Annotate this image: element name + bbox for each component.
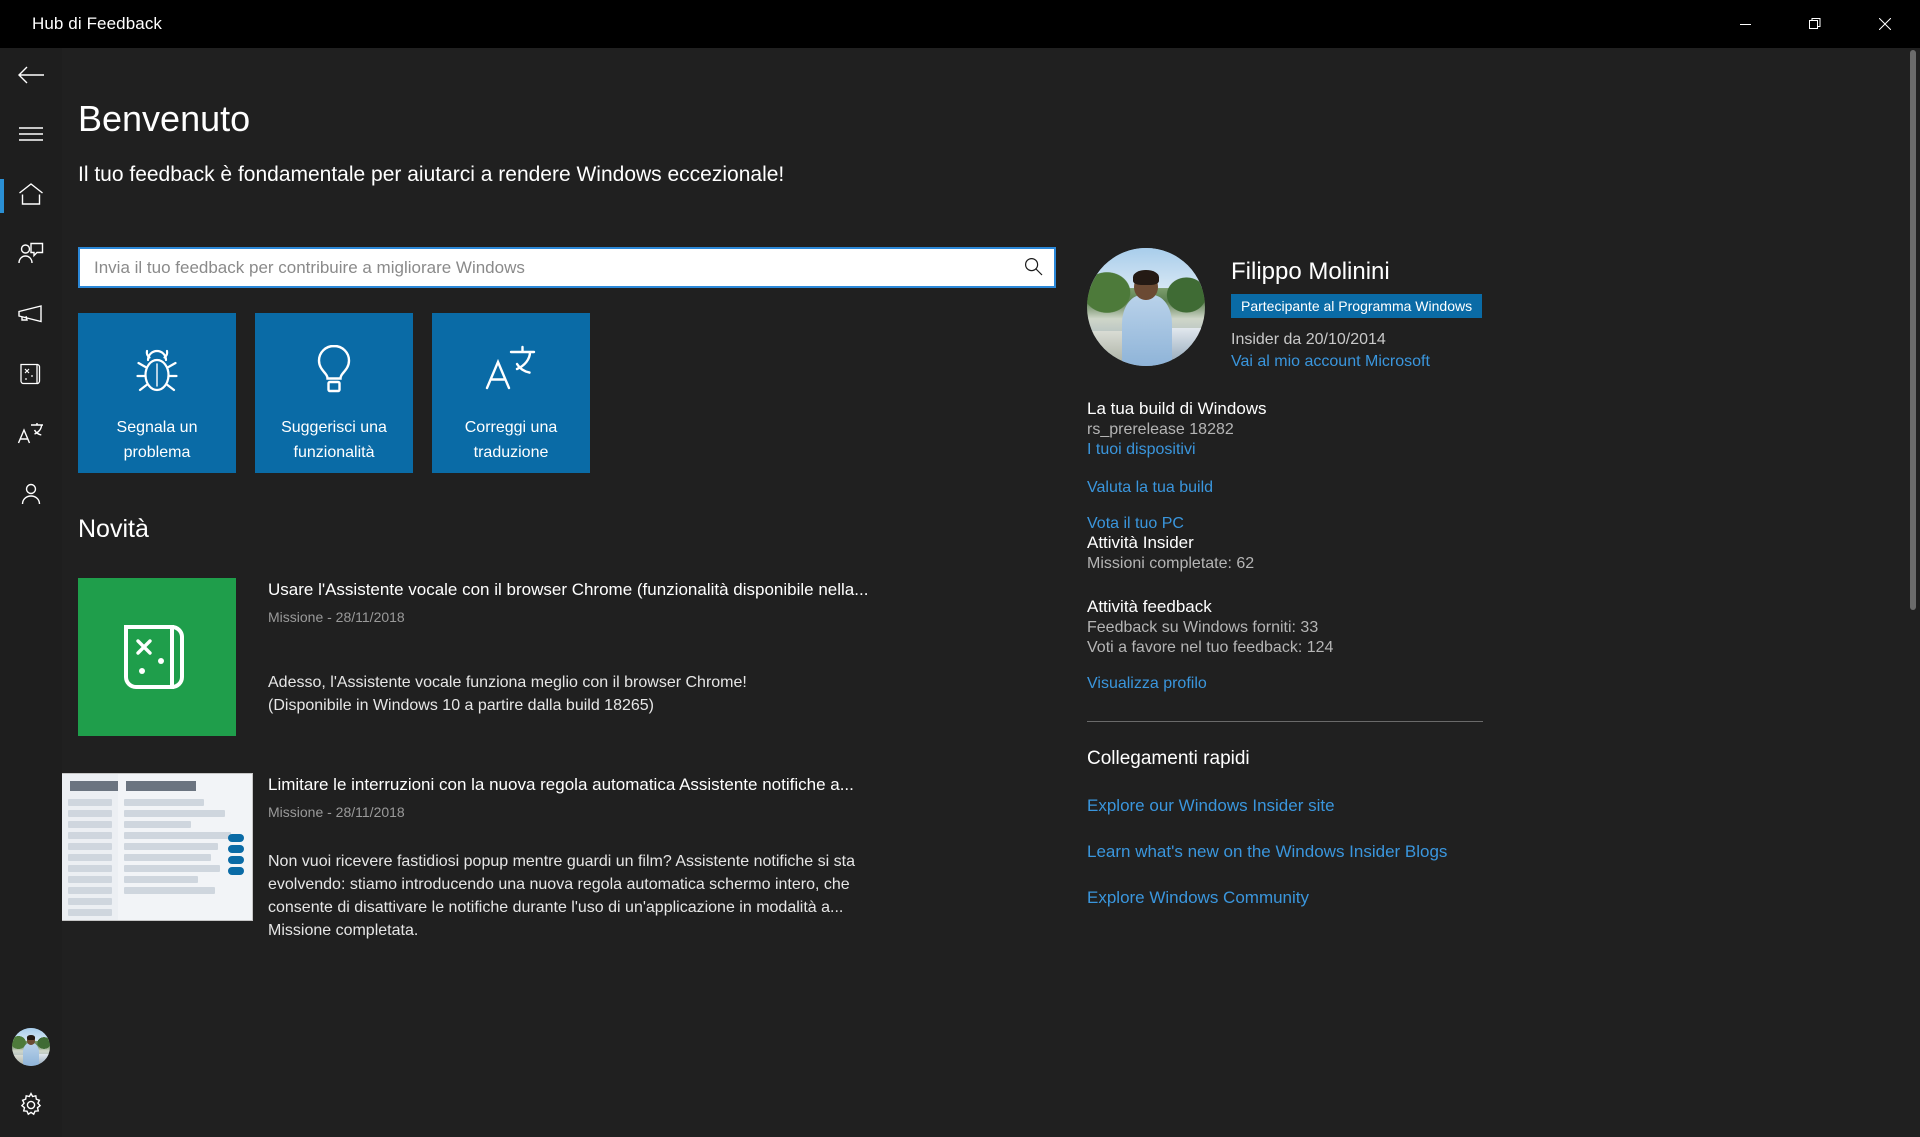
feedback-upvotes: Voti a favore nel tuo feedback: 124	[1087, 639, 1334, 656]
translate-icon	[17, 421, 45, 452]
quick-links-title: Collegamenti rapidi	[1087, 748, 1250, 769]
window-controls	[1710, 0, 1920, 48]
tile-label: Segnala un problema	[116, 419, 198, 461]
hamburger-icon	[19, 126, 43, 147]
feedback-given: Feedback su Windows forniti: 33	[1087, 619, 1319, 636]
person-chat-icon	[18, 242, 44, 271]
lightbulb-icon	[312, 339, 356, 401]
translate-icon	[484, 339, 538, 401]
search-button[interactable]	[1012, 249, 1054, 286]
news-meta: Missione - 28/11/2018	[268, 804, 405, 820]
quests-completed: Missioni completate: 62	[1087, 555, 1255, 572]
insider-activity-block: Attività Insider Missioni completate: 62	[1087, 533, 1557, 573]
list-item[interactable]: Limitare le interruzioni con la nuova re…	[62, 773, 908, 942]
news-title: Limitare le interruzioni con la nuova re…	[268, 775, 854, 794]
rail-bottom-group	[0, 1017, 62, 1137]
scroll-quest-icon	[19, 361, 43, 392]
page-subtitle: Il tuo feedback è fondamentale per aiuta…	[78, 163, 785, 186]
your-devices-link[interactable]: I tuoi dispositivi	[1087, 441, 1557, 459]
quick-link-insider-site[interactable]: Explore our Windows Insider site	[1087, 796, 1557, 816]
gear-icon	[18, 1091, 44, 1123]
search-box[interactable]	[78, 247, 1056, 288]
news-text: Non vuoi ricevere fastidiosi popup mentr…	[268, 853, 855, 939]
right-panel: Filippo Molinini Partecipante al Program…	[1087, 248, 1557, 908]
profile-info: Filippo Molinini Partecipante al Program…	[1231, 248, 1483, 371]
news-body: Usare l'Assistente vocale con il browser…	[268, 578, 908, 736]
search-icon	[1024, 257, 1043, 279]
sidebar-item-quests[interactable]	[0, 346, 62, 406]
restore-button[interactable]	[1780, 0, 1850, 48]
quest-scroll-icon	[78, 578, 236, 736]
sidebar-item-feedback[interactable]	[0, 226, 62, 286]
rate-build-link[interactable]: Valuta la tua build	[1087, 479, 1557, 497]
navigation-rail	[0, 48, 62, 1137]
profile-card: Filippo Molinini Partecipante al Program…	[1087, 248, 1557, 371]
sidebar-item-home[interactable]	[0, 166, 62, 226]
sidebar-item-account[interactable]	[0, 466, 62, 526]
bug-icon	[133, 339, 181, 401]
sidebar-item-translate[interactable]	[0, 406, 62, 466]
window-title: Hub di Feedback	[32, 14, 163, 33]
feedback-activity-block: Attività feedback Feedback su Windows fo…	[1087, 597, 1557, 693]
fix-translation-tile[interactable]: Correggi una traduzione	[432, 313, 590, 473]
avatar	[1087, 248, 1205, 366]
build-heading: La tua build di Windows	[1087, 399, 1267, 418]
report-problem-tile[interactable]: Segnala un problema	[78, 313, 236, 473]
avatar	[12, 1028, 50, 1066]
action-tiles: Segnala un problema Suggerisci una funzi…	[78, 313, 590, 473]
news-body: Limitare le interruzioni con la nuova re…	[268, 773, 908, 942]
build-value: rs_prerelease 18282	[1087, 421, 1234, 438]
settings-screenshot	[62, 773, 253, 921]
minimize-button[interactable]	[1710, 0, 1780, 48]
profile-name: Filippo Molinini	[1231, 258, 1390, 285]
news-title: Usare l'Assistente vocale con il browser…	[268, 580, 869, 599]
close-button[interactable]	[1850, 0, 1920, 48]
sidebar-item-announcements[interactable]	[0, 286, 62, 346]
title-bar: Hub di Feedback	[0, 0, 1920, 48]
view-profile-link[interactable]: Visualizza profilo	[1087, 675, 1557, 693]
megaphone-icon	[17, 304, 45, 329]
news-thumbnail	[62, 773, 253, 942]
menu-button[interactable]	[0, 106, 62, 166]
back-button[interactable]	[0, 48, 62, 106]
news-heading: Novità	[78, 515, 149, 543]
settings-button[interactable]	[0, 1077, 62, 1137]
insider-activity-heading: Attività Insider	[1087, 533, 1194, 552]
scrollbar-thumb[interactable]	[1910, 50, 1916, 610]
home-icon	[18, 182, 44, 211]
page-title: Benvenuto	[78, 98, 251, 139]
search-input[interactable]	[80, 249, 1012, 286]
build-block: La tua build di Windows rs_prerelease 18…	[1087, 399, 1557, 533]
back-arrow-icon	[17, 64, 45, 91]
divider	[1087, 721, 1483, 722]
quick-link-insider-blogs[interactable]: Learn what's new on the Windows Insider …	[1087, 842, 1557, 862]
list-item[interactable]: Usare l'Assistente vocale con il browser…	[78, 578, 908, 736]
main-content: Benvenuto Il tuo feedback è fondamentale…	[62, 48, 1920, 1137]
vertical-scrollbar[interactable]	[1906, 48, 1920, 1137]
rail-avatar-button[interactable]	[0, 1017, 62, 1077]
feedback-activity-heading: Attività feedback	[1087, 597, 1212, 616]
news-meta: Missione - 28/11/2018	[268, 609, 405, 625]
news-thumbnail	[78, 578, 236, 736]
tile-label: Correggi una traduzione	[464, 419, 558, 461]
status-badge: Partecipante al Programma Windows	[1231, 294, 1483, 318]
person-icon	[19, 482, 43, 511]
tile-label: Suggerisci una funzionalità	[281, 419, 387, 461]
microsoft-account-link[interactable]: Vai al mio account Microsoft	[1231, 353, 1482, 371]
quick-link-windows-community[interactable]: Explore Windows Community	[1087, 888, 1557, 908]
news-text: Adesso, l'Assistente vocale funziona meg…	[268, 674, 747, 714]
insider-since: Insider da 20/10/2014	[1231, 331, 1386, 348]
suggest-feature-tile[interactable]: Suggerisci una funzionalità	[255, 313, 413, 473]
vote-pc-link[interactable]: Vota il tuo PC	[1087, 515, 1557, 533]
